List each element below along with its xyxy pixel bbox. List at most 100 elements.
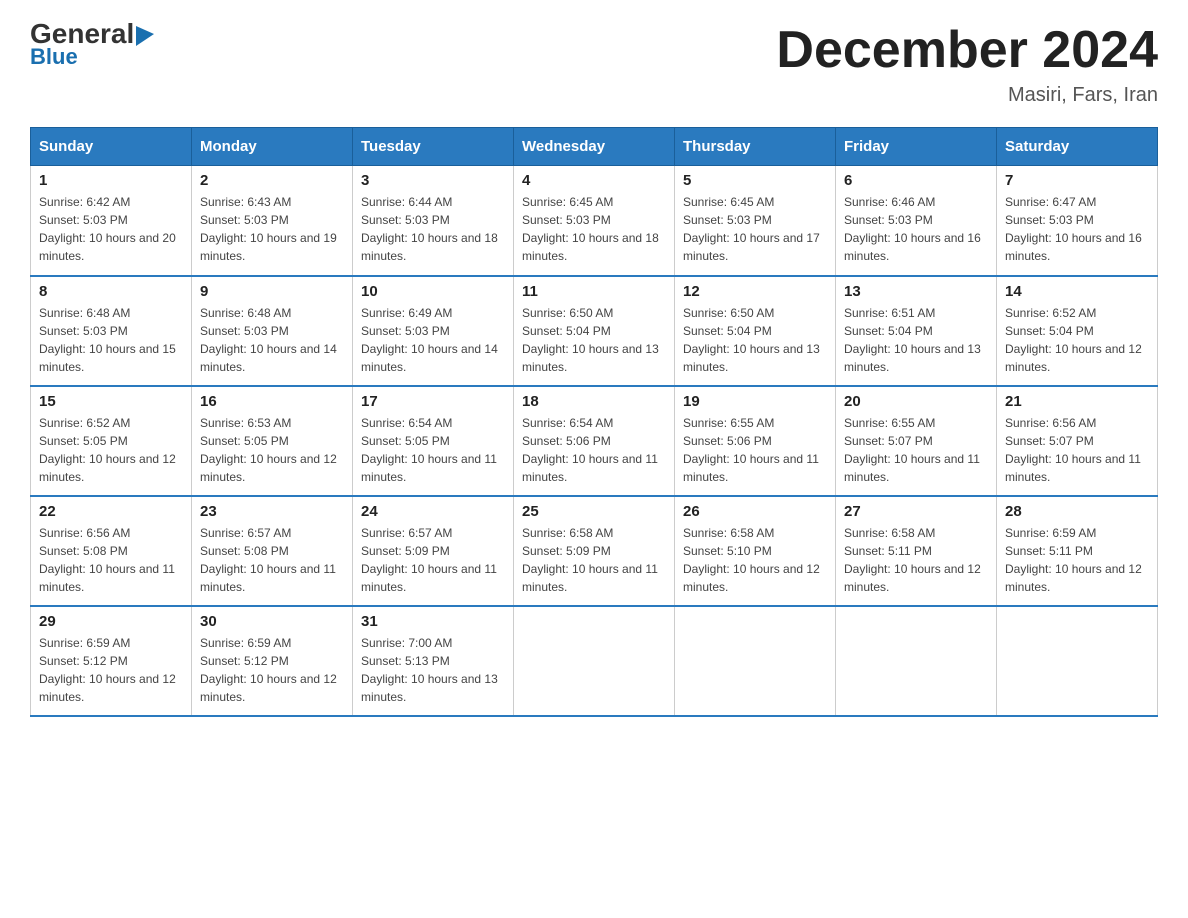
calendar-cell: 18 Sunrise: 6:54 AM Sunset: 5:06 PM Dayl… bbox=[514, 386, 675, 496]
daylight-label: Daylight: 10 hours and 15 minutes. bbox=[39, 342, 176, 374]
sunset-label: Sunset: 5:07 PM bbox=[844, 434, 933, 448]
daylight-label: Daylight: 10 hours and 12 minutes. bbox=[39, 672, 176, 704]
sunset-label: Sunset: 5:10 PM bbox=[683, 544, 772, 558]
day-info: Sunrise: 6:48 AM Sunset: 5:03 PM Dayligh… bbox=[39, 304, 183, 376]
calendar-cell: 31 Sunrise: 7:00 AM Sunset: 5:13 PM Dayl… bbox=[353, 606, 514, 716]
sunrise-label: Sunrise: 6:59 AM bbox=[200, 636, 291, 650]
sunset-label: Sunset: 5:05 PM bbox=[200, 434, 289, 448]
day-info: Sunrise: 6:44 AM Sunset: 5:03 PM Dayligh… bbox=[361, 193, 505, 265]
sunrise-label: Sunrise: 6:52 AM bbox=[39, 416, 130, 430]
sunset-label: Sunset: 5:03 PM bbox=[1005, 213, 1094, 227]
day-info: Sunrise: 7:00 AM Sunset: 5:13 PM Dayligh… bbox=[361, 634, 505, 706]
sunset-label: Sunset: 5:04 PM bbox=[1005, 324, 1094, 338]
day-info: Sunrise: 6:58 AM Sunset: 5:09 PM Dayligh… bbox=[522, 524, 666, 596]
calendar-cell: 8 Sunrise: 6:48 AM Sunset: 5:03 PM Dayli… bbox=[31, 276, 192, 386]
day-number: 28 bbox=[1005, 503, 1149, 520]
sunset-label: Sunset: 5:03 PM bbox=[683, 213, 772, 227]
sunset-label: Sunset: 5:03 PM bbox=[522, 213, 611, 227]
day-info: Sunrise: 6:50 AM Sunset: 5:04 PM Dayligh… bbox=[683, 304, 827, 376]
daylight-label: Daylight: 10 hours and 12 minutes. bbox=[1005, 562, 1142, 594]
sunset-label: Sunset: 5:04 PM bbox=[522, 324, 611, 338]
sunrise-label: Sunrise: 6:55 AM bbox=[683, 416, 774, 430]
calendar-cell: 11 Sunrise: 6:50 AM Sunset: 5:04 PM Dayl… bbox=[514, 276, 675, 386]
logo-text-line2: Blue bbox=[30, 44, 78, 70]
sunrise-label: Sunrise: 7:00 AM bbox=[361, 636, 452, 650]
day-info: Sunrise: 6:55 AM Sunset: 5:07 PM Dayligh… bbox=[844, 414, 988, 486]
day-info: Sunrise: 6:42 AM Sunset: 5:03 PM Dayligh… bbox=[39, 193, 183, 265]
calendar-cell: 30 Sunrise: 6:59 AM Sunset: 5:12 PM Dayl… bbox=[192, 606, 353, 716]
sunrise-label: Sunrise: 6:58 AM bbox=[683, 526, 774, 540]
logo: General Blue bbox=[30, 20, 154, 70]
calendar-week-row: 8 Sunrise: 6:48 AM Sunset: 5:03 PM Dayli… bbox=[31, 276, 1158, 386]
daylight-label: Daylight: 10 hours and 12 minutes. bbox=[844, 562, 981, 594]
sunset-label: Sunset: 5:03 PM bbox=[39, 213, 128, 227]
sunrise-label: Sunrise: 6:59 AM bbox=[39, 636, 130, 650]
calendar-body: 1 Sunrise: 6:42 AM Sunset: 5:03 PM Dayli… bbox=[31, 166, 1158, 716]
calendar-cell: 4 Sunrise: 6:45 AM Sunset: 5:03 PM Dayli… bbox=[514, 166, 675, 276]
daylight-label: Daylight: 10 hours and 11 minutes. bbox=[522, 562, 658, 594]
day-number: 4 bbox=[522, 172, 666, 189]
header-monday: Monday bbox=[192, 128, 353, 166]
header-wednesday: Wednesday bbox=[514, 128, 675, 166]
calendar-cell: 22 Sunrise: 6:56 AM Sunset: 5:08 PM Dayl… bbox=[31, 496, 192, 606]
sunrise-label: Sunrise: 6:44 AM bbox=[361, 195, 452, 209]
day-number: 31 bbox=[361, 613, 505, 630]
daylight-label: Daylight: 10 hours and 17 minutes. bbox=[683, 231, 820, 263]
sunset-label: Sunset: 5:03 PM bbox=[39, 324, 128, 338]
calendar-cell bbox=[997, 606, 1158, 716]
sunset-label: Sunset: 5:03 PM bbox=[361, 324, 450, 338]
sunset-label: Sunset: 5:12 PM bbox=[200, 654, 289, 668]
day-number: 2 bbox=[200, 172, 344, 189]
daylight-label: Daylight: 10 hours and 13 minutes. bbox=[361, 672, 498, 704]
day-number: 17 bbox=[361, 393, 505, 410]
daylight-label: Daylight: 10 hours and 16 minutes. bbox=[1005, 231, 1142, 263]
sunset-label: Sunset: 5:08 PM bbox=[39, 544, 128, 558]
calendar-cell: 29 Sunrise: 6:59 AM Sunset: 5:12 PM Dayl… bbox=[31, 606, 192, 716]
day-number: 24 bbox=[361, 503, 505, 520]
sunset-label: Sunset: 5:06 PM bbox=[522, 434, 611, 448]
month-title: December 2024 bbox=[776, 20, 1158, 80]
day-number: 5 bbox=[683, 172, 827, 189]
day-info: Sunrise: 6:46 AM Sunset: 5:03 PM Dayligh… bbox=[844, 193, 988, 265]
day-info: Sunrise: 6:51 AM Sunset: 5:04 PM Dayligh… bbox=[844, 304, 988, 376]
daylight-label: Daylight: 10 hours and 13 minutes. bbox=[683, 342, 820, 374]
sunrise-label: Sunrise: 6:52 AM bbox=[1005, 306, 1096, 320]
calendar-cell bbox=[836, 606, 997, 716]
sunrise-label: Sunrise: 6:49 AM bbox=[361, 306, 452, 320]
daylight-label: Daylight: 10 hours and 11 minutes. bbox=[844, 452, 980, 484]
daylight-label: Daylight: 10 hours and 14 minutes. bbox=[361, 342, 498, 374]
day-number: 1 bbox=[39, 172, 183, 189]
calendar-week-row: 22 Sunrise: 6:56 AM Sunset: 5:08 PM Dayl… bbox=[31, 496, 1158, 606]
calendar-cell: 28 Sunrise: 6:59 AM Sunset: 5:11 PM Dayl… bbox=[997, 496, 1158, 606]
day-number: 6 bbox=[844, 172, 988, 189]
day-info: Sunrise: 6:52 AM Sunset: 5:05 PM Dayligh… bbox=[39, 414, 183, 486]
day-info: Sunrise: 6:45 AM Sunset: 5:03 PM Dayligh… bbox=[522, 193, 666, 265]
sunset-label: Sunset: 5:11 PM bbox=[1005, 544, 1093, 558]
title-area: December 2024 Masiri, Fars, Iran bbox=[776, 20, 1158, 107]
daylight-label: Daylight: 10 hours and 12 minutes. bbox=[1005, 342, 1142, 374]
day-number: 25 bbox=[522, 503, 666, 520]
sunrise-label: Sunrise: 6:45 AM bbox=[683, 195, 774, 209]
daylight-label: Daylight: 10 hours and 11 minutes. bbox=[522, 452, 658, 484]
sunset-label: Sunset: 5:04 PM bbox=[683, 324, 772, 338]
sunrise-label: Sunrise: 6:58 AM bbox=[522, 526, 613, 540]
day-number: 27 bbox=[844, 503, 988, 520]
daylight-label: Daylight: 10 hours and 14 minutes. bbox=[200, 342, 337, 374]
sunrise-label: Sunrise: 6:56 AM bbox=[1005, 416, 1096, 430]
day-info: Sunrise: 6:43 AM Sunset: 5:03 PM Dayligh… bbox=[200, 193, 344, 265]
day-number: 26 bbox=[683, 503, 827, 520]
sunset-label: Sunset: 5:04 PM bbox=[844, 324, 933, 338]
sunrise-label: Sunrise: 6:54 AM bbox=[361, 416, 452, 430]
sunset-label: Sunset: 5:05 PM bbox=[39, 434, 128, 448]
sunrise-label: Sunrise: 6:57 AM bbox=[361, 526, 452, 540]
sunset-label: Sunset: 5:03 PM bbox=[200, 324, 289, 338]
sunrise-label: Sunrise: 6:47 AM bbox=[1005, 195, 1096, 209]
daylight-label: Daylight: 10 hours and 19 minutes. bbox=[200, 231, 337, 263]
day-info: Sunrise: 6:48 AM Sunset: 5:03 PM Dayligh… bbox=[200, 304, 344, 376]
day-info: Sunrise: 6:59 AM Sunset: 5:11 PM Dayligh… bbox=[1005, 524, 1149, 596]
daylight-label: Daylight: 10 hours and 12 minutes. bbox=[683, 562, 820, 594]
sunset-label: Sunset: 5:12 PM bbox=[39, 654, 128, 668]
daylight-label: Daylight: 10 hours and 12 minutes. bbox=[200, 452, 337, 484]
daylight-label: Daylight: 10 hours and 12 minutes. bbox=[39, 452, 176, 484]
daylight-label: Daylight: 10 hours and 16 minutes. bbox=[844, 231, 981, 263]
